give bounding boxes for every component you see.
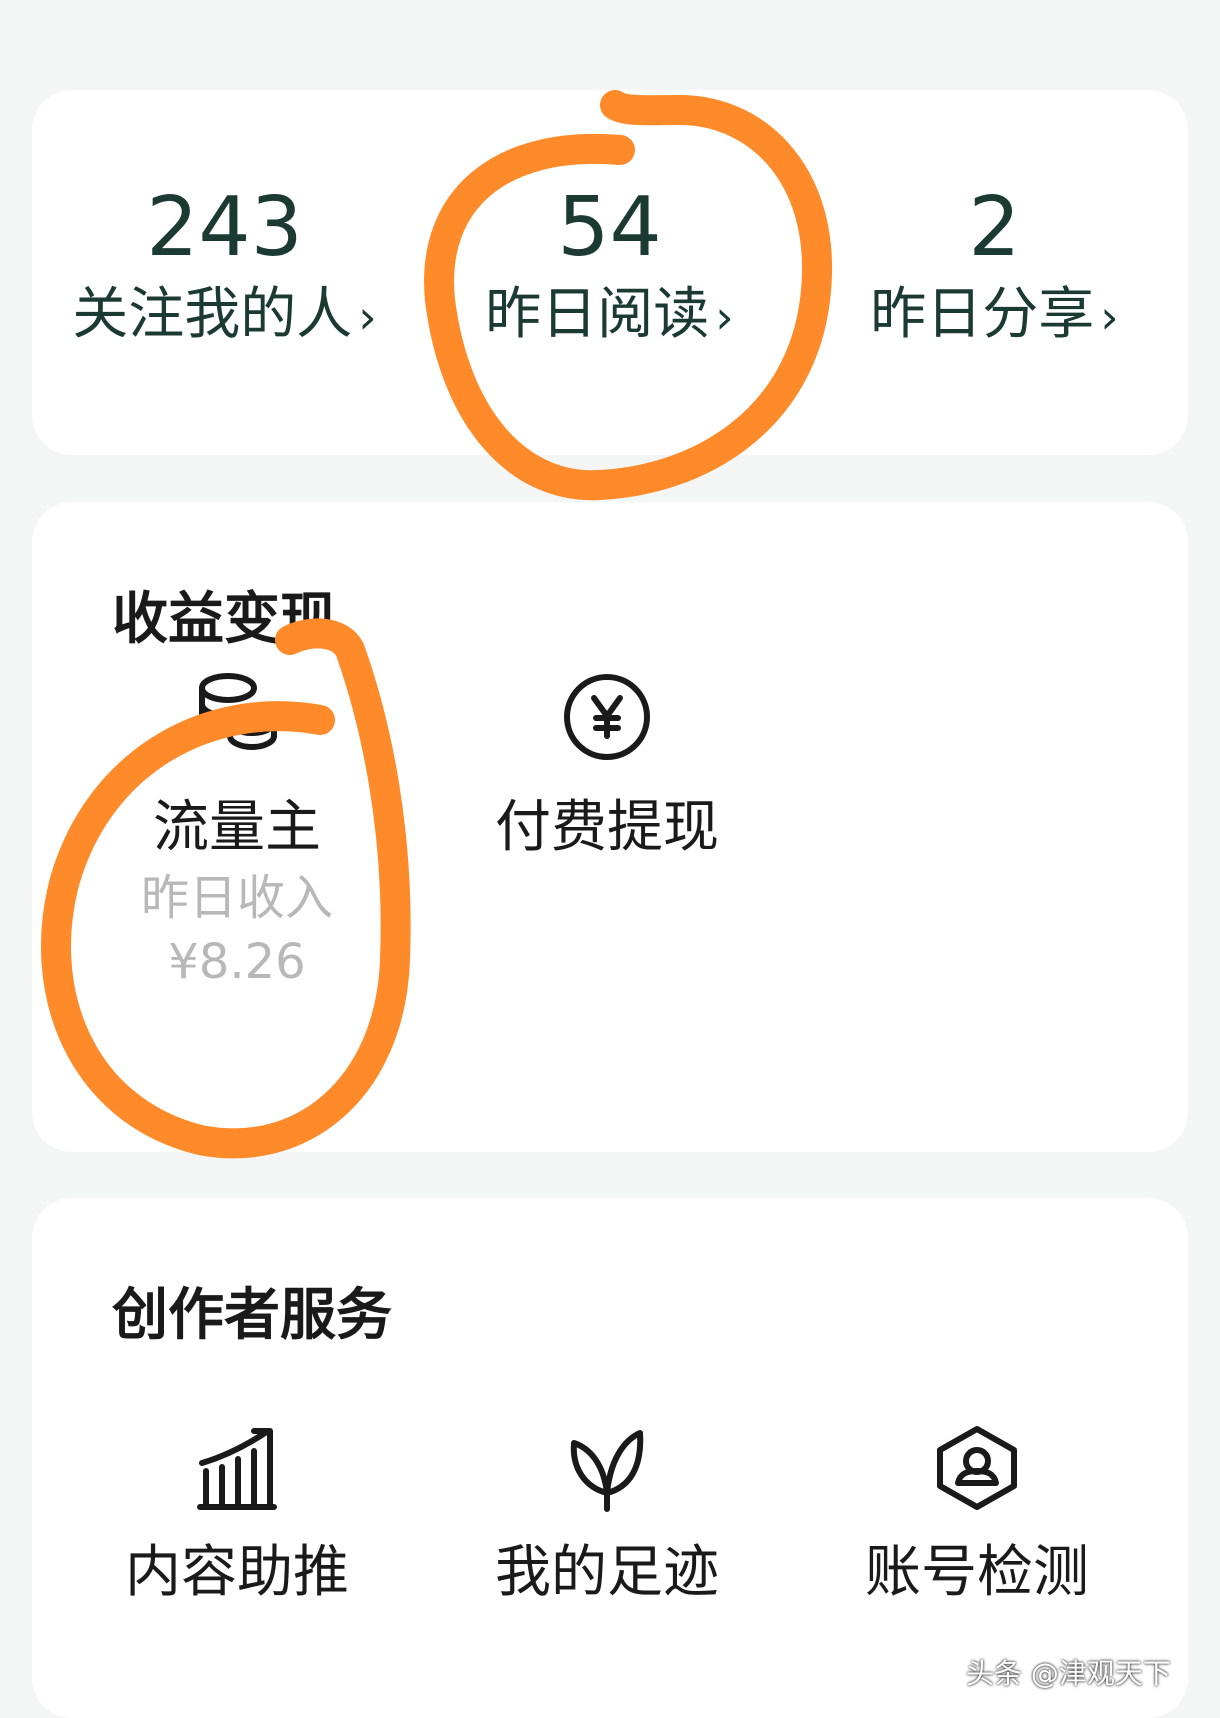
stat-shares-text: 昨日分享: [870, 282, 1095, 347]
account-check-tile[interactable]: 账号检测: [827, 1423, 1127, 1609]
stat-reads-text: 昨日阅读: [485, 282, 710, 347]
account-shield-icon: [937, 1426, 1017, 1510]
account-check-label: 账号检测: [865, 1540, 1089, 1605]
stat-followers-text: 关注我的人: [72, 282, 353, 347]
coins-icon: [199, 673, 277, 751]
paid-withdraw-tile[interactable]: 付费提现: [457, 672, 757, 864]
sprout-icon: [570, 1430, 644, 1512]
chevron-right-icon: ›: [358, 290, 377, 344]
chevron-right-icon: ›: [715, 290, 734, 344]
stat-reads-label: 昨日阅读 ›: [485, 280, 733, 352]
stat-yesterday-shares[interactable]: 2 昨日分享 ›: [802, 180, 1187, 352]
content-boost-tile[interactable]: 内容助推: [87, 1423, 387, 1609]
services-section-title: 创作者服务: [112, 1283, 392, 1348]
yesterday-income-amount: ¥8.26: [168, 934, 306, 990]
yesterday-income-label: 昨日收入: [140, 870, 333, 926]
stat-followers-value: 243: [146, 180, 303, 275]
income-card: 收益变现 流量主 昨日收入 ¥8.26 付费提现: [32, 502, 1188, 1152]
traffic-owner-tile[interactable]: 流量主 昨日收入 ¥8.26: [87, 672, 387, 994]
growth-chart-icon: [197, 1428, 277, 1510]
stats-card: 243 关注我的人 › 54 昨日阅读 › 2 昨日分享 ›: [32, 90, 1188, 455]
stat-shares-value: 2: [968, 180, 1021, 275]
paid-withdraw-label: 付费提现: [495, 795, 719, 860]
traffic-owner-label: 流量主: [153, 795, 321, 860]
yen-circle-icon: [564, 674, 650, 760]
stat-reads-value: 54: [557, 180, 662, 275]
creator-services-card: 创作者服务 内容助推 我的足迹 账号检测: [32, 1198, 1188, 1718]
income-section-title: 收益变现: [112, 587, 336, 652]
content-boost-label: 内容助推: [125, 1540, 349, 1605]
stat-followers[interactable]: 243 关注我的人 ›: [32, 180, 417, 352]
watermark: 头条 @津观天下: [966, 1657, 1171, 1690]
stat-yesterday-reads[interactable]: 54 昨日阅读 ›: [417, 180, 802, 352]
my-footprint-label: 我的足迹: [495, 1540, 719, 1605]
stat-followers-label: 关注我的人 ›: [72, 280, 376, 352]
stat-shares-label: 昨日分享 ›: [870, 280, 1118, 352]
chevron-right-icon: ›: [1100, 290, 1119, 344]
my-footprint-tile[interactable]: 我的足迹: [457, 1423, 757, 1609]
